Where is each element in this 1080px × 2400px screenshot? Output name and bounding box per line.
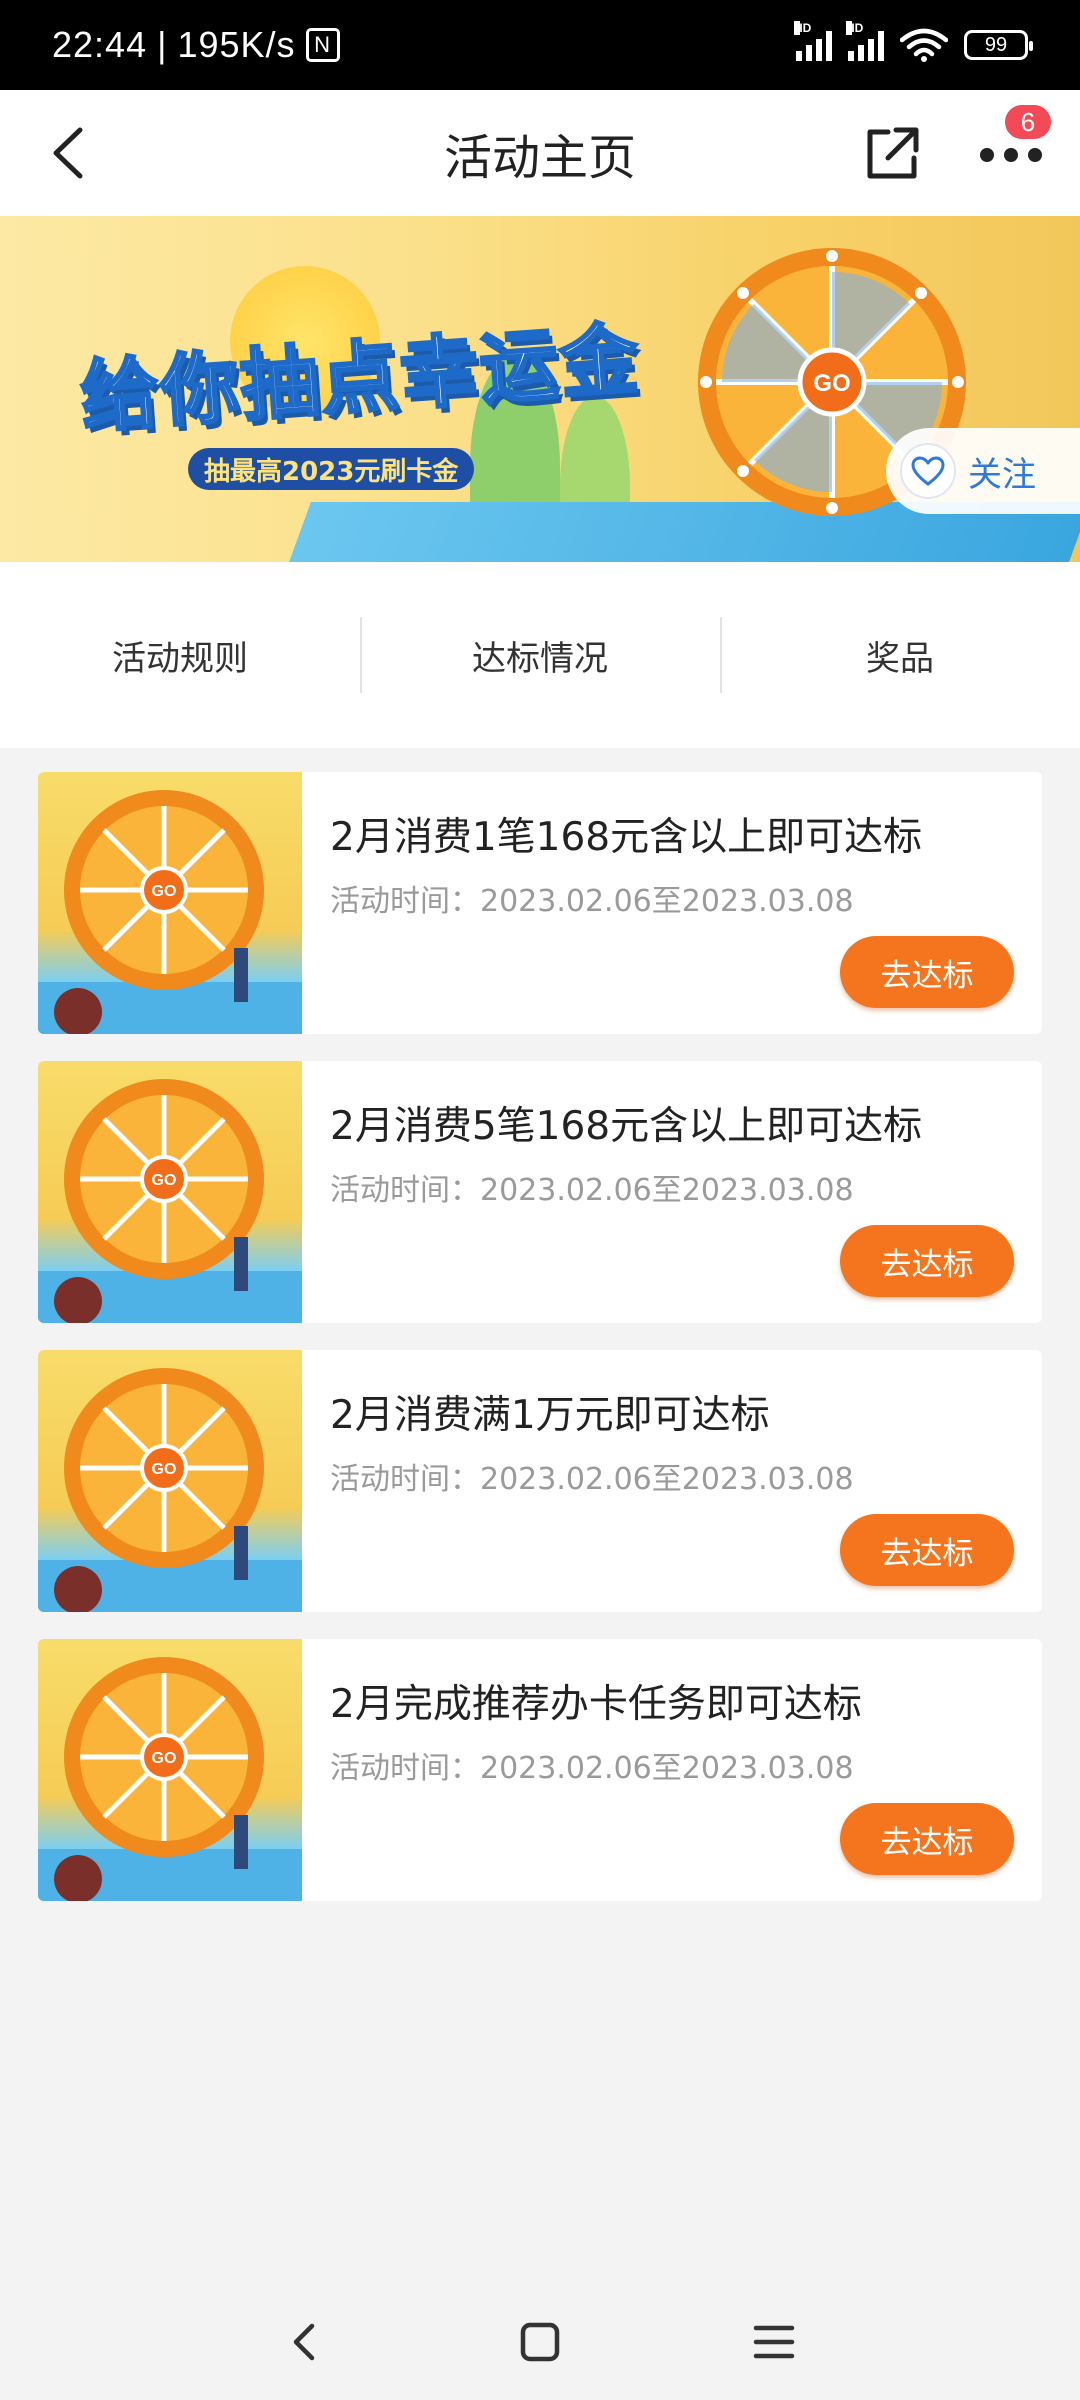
svg-text:GO: GO	[152, 1750, 177, 1767]
lucky-wheel-thumbnail-image: GO	[38, 1368, 302, 1612]
share-external-icon[interactable]	[858, 118, 928, 188]
status-right: HD HD 99	[794, 21, 1033, 62]
task-time: 活动时间：2023.02.06至2023.03.08	[330, 1173, 854, 1208]
tab-activity-rules[interactable]: 活动规则	[0, 615, 360, 695]
system-nav-bar	[0, 2274, 1080, 2400]
nfc-icon-label: N	[314, 32, 331, 57]
sys-home-icon[interactable]	[510, 2312, 570, 2372]
task-title: 2月消费1笔168元含以上即可达标	[330, 815, 923, 860]
task-thumbnail: GO	[38, 1350, 302, 1612]
banner-title: 给你抽点幸运金	[77, 313, 645, 445]
notification-badge: 6	[1002, 102, 1054, 142]
go-achieve-button[interactable]: 去达标	[840, 936, 1014, 1008]
task-card[interactable]: GO 2月消费满1万元即可达标 活动时间：2023.02.06至2023.03.…	[38, 1350, 1042, 1612]
go-achieve-button[interactable]: 去达标	[840, 1514, 1014, 1586]
sys-menu-icon[interactable]	[744, 2312, 804, 2372]
activity-tabs: 活动规则 达标情况 奖品	[0, 562, 1080, 748]
task-thumbnail: GO	[38, 1061, 302, 1323]
tab-prizes[interactable]: 奖品	[720, 615, 1080, 695]
banner-subtitle: 抽最高2023元刷卡金	[188, 448, 475, 490]
battery-level: 99	[984, 33, 1008, 56]
task-card[interactable]: GO 2月完成推荐办卡任务即可达标 活动时间：2023.02.06至2023.0…	[38, 1639, 1042, 1901]
task-time: 活动时间：2023.02.06至2023.03.08	[330, 884, 854, 919]
chevron-left-icon[interactable]	[38, 118, 108, 188]
lucky-wheel-thumbnail-image: GO	[38, 790, 302, 1034]
task-thumbnail: GO	[38, 772, 302, 1034]
signal-2-hd-label: HD	[846, 21, 864, 35]
status-divider: |	[157, 24, 168, 65]
tab-achievement-status[interactable]: 达标情况	[360, 615, 720, 695]
task-time: 活动时间：2023.02.06至2023.03.08	[330, 1751, 854, 1786]
task-title: 2月消费满1万元即可达标	[330, 1393, 770, 1438]
status-net-speed: 195K/s	[177, 24, 296, 65]
nfc-icon: N	[305, 28, 340, 62]
signal-1-hd-label: HD	[794, 21, 812, 35]
svg-text:GO: GO	[152, 1461, 177, 1478]
battery-icon: 99	[964, 30, 1033, 60]
task-title: 2月消费5笔168元含以上即可达标	[330, 1104, 923, 1149]
task-title: 2月完成推荐办卡任务即可达标	[330, 1682, 862, 1727]
follow-label: 关注	[968, 454, 1036, 495]
page-title: 活动主页	[443, 130, 636, 186]
task-thumbnail: GO	[38, 1639, 302, 1901]
sys-back-icon[interactable]	[276, 2312, 336, 2372]
more-dots-icon	[980, 148, 1042, 162]
status-left: 22:44 | 195K/s N	[52, 24, 340, 66]
svg-text:GO: GO	[813, 370, 850, 397]
task-time: 活动时间：2023.02.06至2023.03.08	[330, 1462, 854, 1497]
nav-bar: 活动主页 6	[0, 90, 1080, 216]
status-time: 22:44	[52, 24, 148, 65]
lucky-wheel-thumbnail-image: GO	[38, 1657, 302, 1901]
go-achieve-button[interactable]: 去达标	[840, 1225, 1014, 1297]
task-list: GO 2月消费1笔168元含以上即可达标 活动时间：2023.02.06至202…	[38, 772, 1042, 1928]
go-achieve-button[interactable]: 去达标	[840, 1803, 1014, 1875]
task-card[interactable]: GO 2月消费1笔168元含以上即可达标 活动时间：2023.02.06至202…	[38, 772, 1042, 1034]
follow-button[interactable]: 关注	[886, 428, 1080, 514]
heart-outline-icon	[900, 443, 956, 499]
svg-text:GO: GO	[152, 883, 177, 900]
more-menu-button[interactable]: 6	[972, 102, 1054, 186]
signal-icon-2: HD	[846, 21, 884, 61]
svg-text:GO: GO	[152, 1172, 177, 1189]
wifi-icon	[900, 28, 948, 62]
status-bar: 22:44 | 195K/s N HD HD 99	[0, 0, 1080, 90]
signal-icon-1: HD	[794, 21, 832, 61]
lucky-wheel-thumbnail-image: GO	[38, 1079, 302, 1323]
task-card[interactable]: GO 2月消费5笔168元含以上即可达标 活动时间：2023.02.06至202…	[38, 1061, 1042, 1323]
